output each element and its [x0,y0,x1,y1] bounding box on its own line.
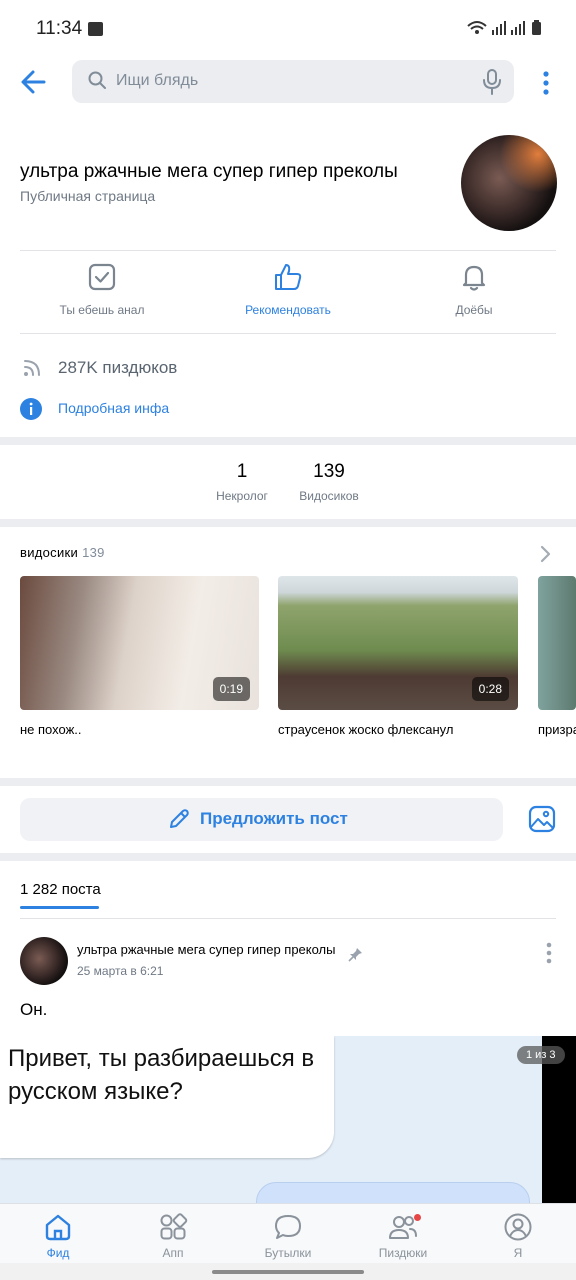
nav-label: Бутылки [264,1246,312,1260]
image-page-indicator: 1 из 3 [517,1046,565,1064]
thumbs-up-icon [275,264,302,290]
subscribed-label: Ты ебешь анал [59,303,145,317]
profile-icon [504,1213,532,1241]
nav-label: Фид [46,1246,70,1260]
videos-count: 139 [82,545,105,560]
page-subtitle: Публичная страница [20,188,156,204]
nav-label: Апп [162,1246,184,1260]
more-vertical-icon[interactable] [541,942,557,964]
wifi-signal-battery-icon [467,20,541,35]
search-placeholder: Ищи блядь [116,72,199,89]
tab-active-indicator [20,906,99,909]
followers-count: 287K пиздюков [58,358,178,377]
notifications-button[interactable]: Доёбы [389,262,559,322]
notification-dot [414,1214,421,1221]
video-thumbnail[interactable] [538,576,576,710]
search-input[interactable]: Ищи блядь [72,60,514,103]
nav-messages[interactable]: Бутылки [238,1212,338,1260]
home-gesture-handle[interactable] [212,1270,364,1274]
counter-caption: Некролог [216,489,268,503]
post-date: 25 марта в 6:21 [77,964,164,978]
rss-followers-icon [24,360,40,376]
chevron-right-icon[interactable] [538,545,552,563]
suggest-post-button[interactable]: Предложить пост [20,798,503,841]
counter-value: 1 [236,461,248,482]
system-home-bar [0,1263,576,1280]
section-separator [0,437,576,445]
post-image[interactable]: Привет, ты разбираешься в русском языке? [0,1036,542,1204]
video-title[interactable]: призра [538,722,576,737]
nav-profile[interactable]: Я [468,1212,568,1260]
suggest-post-label: Предложить пост [200,809,348,828]
notifications-label: Доёбы [455,303,493,317]
pin-icon [348,948,362,962]
status-bar: 11:34 [0,0,576,58]
search-icon [88,71,106,89]
divider [20,918,556,919]
pencil-icon [170,809,189,828]
home-icon [45,1214,71,1241]
nav-feed[interactable]: Фид [8,1212,108,1260]
back-arrow-icon[interactable] [20,66,50,98]
image-chat-text: Привет, ты разбираешься в русском языке? [8,1045,315,1105]
video-title[interactable]: не похож.. [20,722,82,737]
post-author-name[interactable]: ультра ржачные мега супер гипер преколы [77,942,336,957]
nav-label: Пиздюки [378,1246,428,1260]
checkmark-square-icon [88,263,116,291]
status-system-icons [466,18,546,39]
subscribed-button[interactable]: Ты ебешь анал [17,262,187,322]
counter-value: 139 [313,461,345,482]
page-title: ультра ржачные мега супер гипер преколы [20,161,398,182]
photo-icon[interactable] [528,805,556,833]
video-title[interactable]: страусенок жоско флексанул [278,722,453,737]
counter-caption: Видосиков [299,489,359,503]
bottom-navigation: Фид Апп Бутылки Пиздюки Я [0,1203,576,1263]
video-thumbnail[interactable]: 0:28 [278,576,518,710]
details-link[interactable]: Подробная инфа [58,400,169,416]
counter-obituary[interactable]: 1 Некролог [192,461,292,503]
section-separator [0,519,576,527]
gallery-notification-icon [88,22,103,36]
nav-apps[interactable]: Апп [123,1212,223,1260]
post-text: Он. [20,1000,48,1019]
info-icon [20,398,42,420]
image-chat-bubble: Привет, ты разбираешься в русском языке? [0,1036,334,1158]
image-chat-reply-bubble [256,1182,530,1204]
chat-bubble-icon [275,1215,301,1239]
apps-icon [160,1213,188,1240]
more-vertical-icon[interactable] [536,70,556,96]
post-author-avatar[interactable] [20,937,68,985]
video-thumbnail[interactable]: 0:19 [20,576,259,710]
microphone-icon[interactable] [482,69,502,95]
video-duration: 0:19 [212,677,250,701]
divider [20,333,556,334]
recommend-label: Рекомендовать [245,303,331,317]
recommend-button[interactable]: Рекомендовать [203,262,373,322]
nav-label: Я [513,1246,523,1260]
bell-icon [462,265,486,291]
videos-section-title[interactable]: видосики 139 [20,545,105,560]
status-time: 11:34 [36,18,83,39]
section-separator [0,853,576,861]
section-separator [0,778,576,786]
nav-friends[interactable]: Пиздюки [353,1212,453,1260]
community-avatar[interactable] [461,135,557,231]
video-duration: 0:28 [471,677,509,701]
videos-title: видосики [20,545,79,560]
tab-posts[interactable]: 1 282 поста [20,881,101,898]
divider [20,250,556,251]
counter-videos[interactable]: 139 Видосиков [279,461,379,503]
